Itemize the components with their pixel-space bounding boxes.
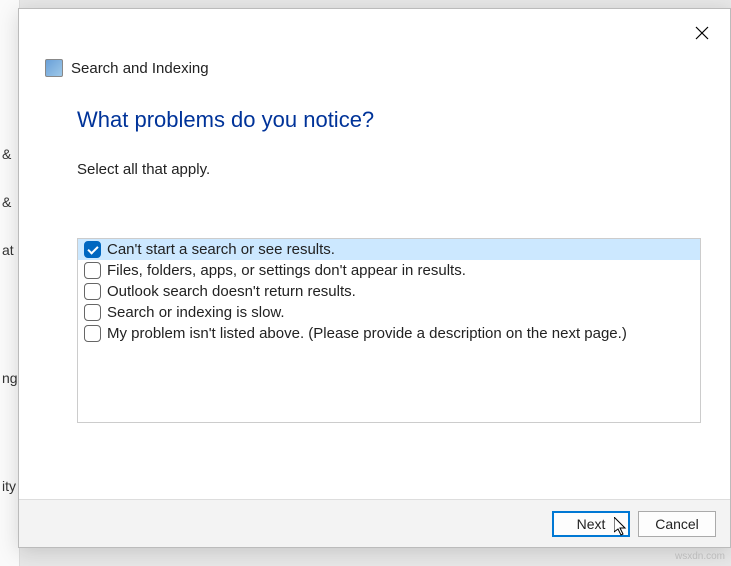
checkbox-icon[interactable] bbox=[84, 304, 101, 321]
option-search-slow[interactable]: Search or indexing is slow. bbox=[78, 302, 700, 323]
close-icon bbox=[695, 26, 709, 40]
page-heading: What problems do you notice? bbox=[77, 107, 700, 133]
dialog-content: What problems do you notice? Select all … bbox=[77, 107, 700, 423]
option-cant-start-search[interactable]: Can't start a search or see results. bbox=[78, 239, 700, 260]
option-label: Can't start a search or see results. bbox=[107, 241, 335, 258]
page-subtext: Select all that apply. bbox=[77, 161, 700, 178]
dialog-title: Search and Indexing bbox=[71, 60, 209, 77]
dialog-footer: Next Cancel bbox=[19, 499, 730, 547]
option-files-not-in-results[interactable]: Files, folders, apps, or settings don't … bbox=[78, 260, 700, 281]
next-button[interactable]: Next bbox=[552, 511, 630, 537]
troubleshooter-dialog: Search and Indexing What problems do you… bbox=[18, 8, 731, 548]
background-sidebar: & & at ng ity bbox=[0, 0, 20, 566]
option-label: Outlook search doesn't return results. bbox=[107, 283, 356, 300]
watermark: wsxdn.com bbox=[675, 551, 725, 562]
cancel-button[interactable]: Cancel bbox=[638, 511, 716, 537]
dialog-header: Search and Indexing bbox=[45, 59, 209, 77]
problem-options-list: Can't start a search or see results. Fil… bbox=[77, 238, 701, 423]
option-not-listed[interactable]: My problem isn't listed above. (Please p… bbox=[78, 323, 700, 344]
option-label: Search or indexing is slow. bbox=[107, 304, 285, 321]
option-label: My problem isn't listed above. (Please p… bbox=[107, 325, 627, 342]
close-button[interactable] bbox=[688, 19, 716, 47]
checkbox-icon[interactable] bbox=[84, 283, 101, 300]
troubleshooter-icon bbox=[45, 59, 63, 77]
checkbox-icon[interactable] bbox=[84, 241, 101, 258]
checkbox-icon[interactable] bbox=[84, 325, 101, 342]
option-outlook-search[interactable]: Outlook search doesn't return results. bbox=[78, 281, 700, 302]
checkbox-icon[interactable] bbox=[84, 262, 101, 279]
option-label: Files, folders, apps, or settings don't … bbox=[107, 262, 466, 279]
